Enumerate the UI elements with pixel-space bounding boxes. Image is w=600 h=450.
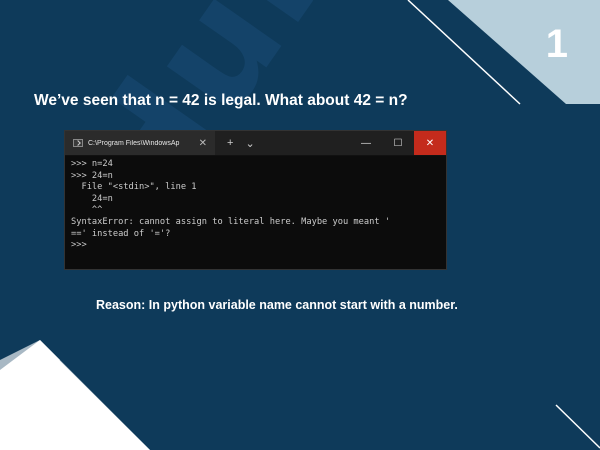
new-tab-button[interactable]: + — [227, 137, 233, 149]
slide-number: 1 — [545, 22, 568, 66]
tab-close-icon[interactable]: ✕ — [199, 138, 207, 149]
terminal-tab[interactable]: C:\Program Files\WindowsAp ✕ — [65, 131, 215, 155]
maximize-button[interactable]: ☐ — [382, 131, 414, 155]
reason-text: Reason: In python variable name cannot s… — [96, 298, 458, 312]
minimize-button[interactable]: — — [350, 131, 382, 155]
terminal-window: C:\Program Files\WindowsAp ✕ + ⌄ — ☐ ✕ >… — [64, 130, 447, 270]
console-output[interactable]: >>> n=24 >>> 24=n File "<stdin>", line 1… — [65, 156, 446, 255]
question-text: We’ve seen that n = 42 is legal. What ab… — [34, 92, 408, 109]
tab-dropdown-icon[interactable]: ⌄ — [245, 137, 254, 150]
terminal-titlebar: C:\Program Files\WindowsAp ✕ + ⌄ — ☐ ✕ — [65, 131, 446, 156]
terminal-icon — [73, 139, 83, 147]
close-button[interactable]: ✕ — [414, 131, 446, 155]
tab-title: C:\Program Files\WindowsAp — [88, 139, 180, 147]
